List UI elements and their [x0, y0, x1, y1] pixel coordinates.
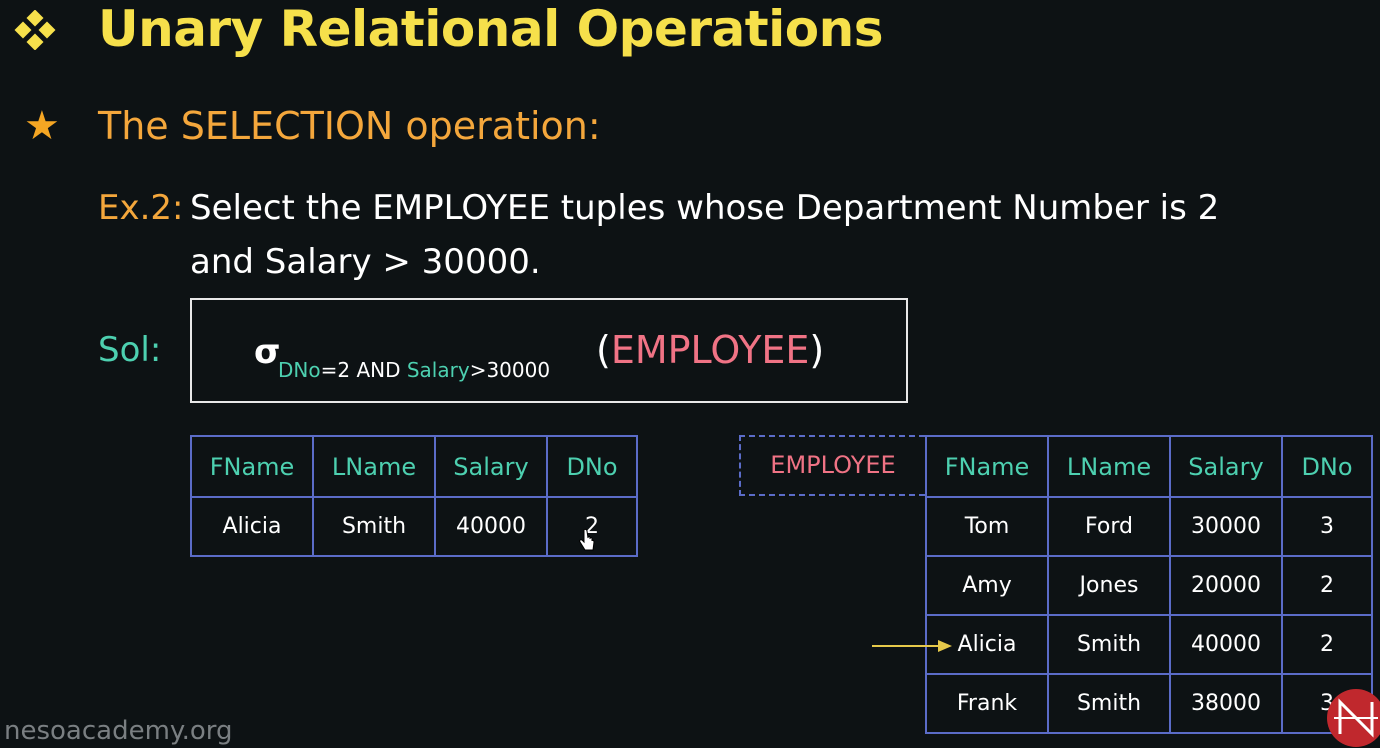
employee-table-label: EMPLOYEE	[739, 435, 925, 496]
hand-cursor-icon	[579, 528, 595, 551]
table-cell: Smith	[1047, 673, 1171, 734]
star-icon: ★	[24, 103, 60, 149]
condition-attribute-salary: Salary	[406, 358, 470, 382]
example-label: Ex.2:	[98, 188, 184, 228]
condition-middle: =2 AND	[320, 358, 407, 382]
table-row: Frank Smith 38000 3	[925, 673, 1373, 734]
table-header-row: FName LName Salary DNo	[925, 435, 1373, 498]
column-header: DNo	[1281, 435, 1373, 498]
table-cell: Frank	[925, 673, 1049, 734]
table-row: Tom Ford 30000 3	[925, 496, 1373, 557]
table-cell: 40000	[434, 496, 548, 557]
relation-name: EMPLOYEE	[610, 328, 810, 372]
column-header: Salary	[434, 435, 548, 498]
table-cell: 20000	[1169, 555, 1283, 616]
section-heading: The SELECTION operation:	[98, 104, 601, 148]
condition-end: >30000	[469, 358, 551, 382]
diamond-cluster-icon	[14, 10, 56, 50]
paren-close: )	[809, 328, 825, 372]
condition-attribute-dno: DNo	[278, 358, 321, 382]
table-cell: Smith	[1047, 614, 1171, 675]
table-row: Amy Jones 20000 2	[925, 555, 1373, 616]
paren-open: (	[596, 328, 611, 372]
table-cell: Ford	[1047, 496, 1171, 557]
table-cell: 3	[1281, 496, 1373, 557]
table-cell: Tom	[925, 496, 1049, 557]
watermark: nesoacademy.org	[4, 716, 233, 746]
selection-condition: DNo=2 AND Salary>30000	[278, 358, 550, 382]
table-cell: 38000	[1169, 673, 1283, 734]
column-header: FName	[925, 435, 1049, 498]
column-header: DNo	[546, 435, 638, 498]
column-header: Salary	[1169, 435, 1283, 498]
table-cell: Amy	[925, 555, 1049, 616]
arrow-right-icon	[872, 640, 952, 652]
column-header: LName	[1047, 435, 1171, 498]
example-text-line-2: and Salary > 30000.	[190, 242, 541, 282]
table-row: Alicia Smith 40000 2	[190, 496, 638, 557]
column-header: FName	[190, 435, 314, 498]
relation-expression: (EMPLOYEE)	[596, 328, 824, 372]
table-cell: Smith	[312, 496, 436, 557]
employee-table: FName LName Salary DNo Tom Ford 30000 3 …	[925, 435, 1373, 734]
table-cell: Jones	[1047, 555, 1171, 616]
sigma-symbol: σ	[254, 332, 281, 372]
table-cell: 2	[1281, 614, 1373, 675]
neso-logo-icon	[1327, 689, 1380, 747]
table-cell: 2	[1281, 555, 1373, 616]
result-table: FName LName Salary DNo Alicia Smith 4000…	[190, 435, 638, 557]
table-header-row: FName LName Salary DNo	[190, 435, 638, 498]
column-header: LName	[312, 435, 436, 498]
table-cell: 40000	[1169, 614, 1283, 675]
table-row: Alicia Smith 40000 2	[925, 614, 1373, 675]
solution-label: Sol:	[98, 330, 162, 370]
table-cell: Alicia	[190, 496, 314, 557]
table-cell: 30000	[1169, 496, 1283, 557]
page-title: Unary Relational Operations	[98, 0, 884, 58]
example-text-line-1: Select the EMPLOYEE tuples whose Departm…	[190, 188, 1220, 228]
